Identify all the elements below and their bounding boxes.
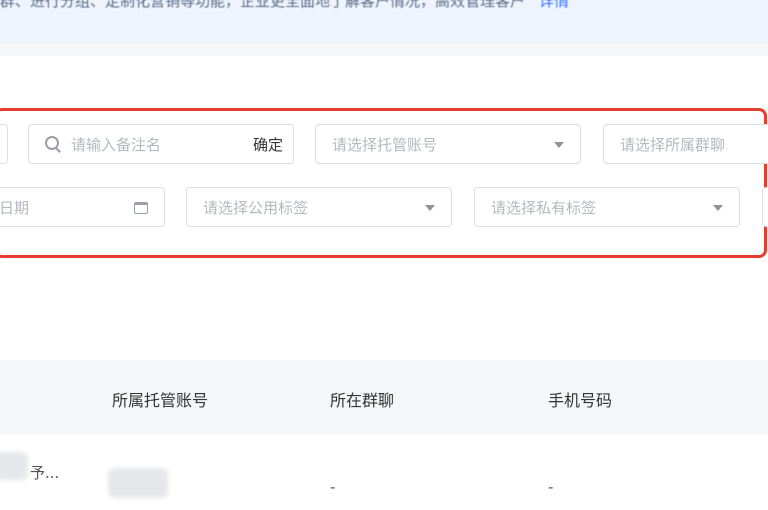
public-tag-placeholder: 请选择公用标签	[203, 198, 309, 217]
private-tag-select[interactable]: 请选择私有标签	[474, 187, 740, 227]
customer-name: 予...	[30, 464, 60, 482]
partial-field-left[interactable]	[0, 124, 8, 164]
search-confirm-button[interactable]: 确定	[253, 134, 283, 155]
account-select[interactable]: 请选择托管账号	[315, 124, 581, 164]
group-value: -	[330, 478, 336, 496]
search-icon	[45, 136, 61, 152]
divider-band	[0, 44, 768, 56]
chevron-down-icon	[425, 205, 435, 211]
notice-banner: 群、进行分组、定制化营销等功能，企业更全面地了解客户情况，高效管理客户 详情	[0, 0, 768, 44]
account-avatar	[108, 468, 168, 498]
notice-text: 群、进行分组、定制化营销等功能，企业更全面地了解客户情况，高效管理客户 详情	[0, 0, 569, 11]
column-header-group: 所在群聊	[330, 391, 395, 410]
search-field[interactable]: 请输入备注名 确定	[28, 124, 294, 164]
calendar-icon	[134, 202, 148, 214]
date-picker[interactable]: 日期	[0, 187, 165, 227]
chevron-down-icon	[554, 142, 564, 148]
group-select[interactable]: 请选择所属群聊	[603, 124, 768, 164]
search-input[interactable]: 请输入备注名	[71, 134, 161, 155]
partial-field-right[interactable]	[762, 187, 768, 227]
account-select-placeholder: 请选择托管账号	[332, 135, 438, 154]
notice-link[interactable]: 详情	[539, 0, 569, 10]
table-row[interactable]: 予... - -	[0, 434, 768, 510]
column-header-account: 所属托管账号	[112, 391, 209, 410]
chevron-down-icon	[713, 205, 723, 211]
column-header-phone: 手机号码	[548, 391, 613, 410]
private-tag-placeholder: 请选择私有标签	[491, 198, 597, 217]
table-header: 所属托管账号 所在群聊 手机号码	[0, 360, 768, 434]
avatar	[0, 452, 28, 480]
date-picker-placeholder: 日期	[0, 198, 30, 217]
public-tag-select[interactable]: 请选择公用标签	[186, 187, 452, 227]
group-select-placeholder: 请选择所属群聊	[620, 135, 726, 154]
phone-value: -	[548, 478, 554, 496]
